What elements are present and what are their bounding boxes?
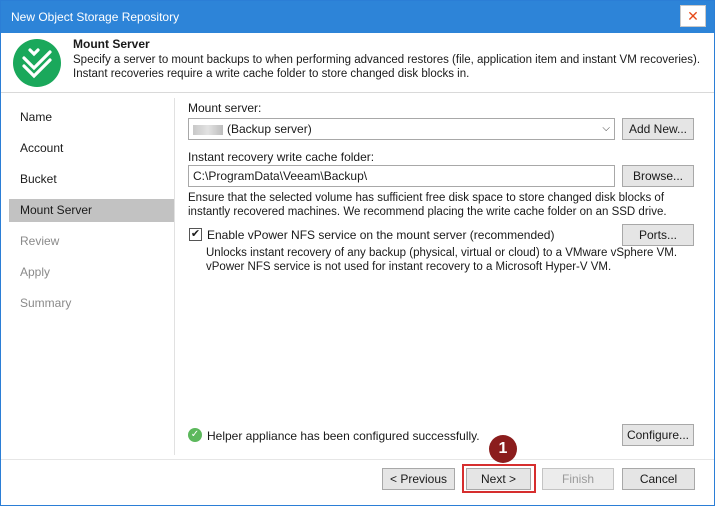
browse-button[interactable]: Browse... (622, 165, 694, 187)
close-icon: ✕ (687, 7, 699, 24)
vpower-description: Unlocks instant recovery of any backup (… (206, 247, 678, 273)
step-content: Mount server: (Backup server) ⌵ Add New.… (181, 98, 711, 455)
wizard-window: New Object Storage Repository ✕ Mount Se… (0, 0, 715, 506)
page-description: Specify a server to mount backups to whe… (73, 54, 701, 80)
configure-button[interactable]: Configure... (622, 424, 694, 446)
mount-server-label: Mount server: (188, 101, 262, 115)
finish-button: Finish (542, 468, 614, 490)
veeam-logo-icon (13, 39, 61, 87)
step-review: Review (20, 234, 60, 248)
chevron-down-icon: ⌵ (602, 123, 610, 134)
window-title: New Object Storage Repository (11, 10, 180, 24)
step-mount-server[interactable]: Mount Server (9, 199, 174, 222)
checkmark-icon: ✔ (190, 228, 201, 240)
step-apply: Apply (20, 265, 51, 279)
cache-folder-note: Ensure that the selected volume has suff… (188, 192, 667, 218)
close-button[interactable]: ✕ (680, 5, 706, 27)
cache-folder-input[interactable]: C:\ProgramData\Veeam\Backup\ (188, 165, 615, 187)
add-new-button[interactable]: Add New... (622, 118, 694, 140)
redacted-server-name (193, 124, 223, 135)
step-name[interactable]: Name (9, 106, 174, 129)
vpower-nfs-label[interactable]: Enable vPower NFS service on the mount s… (207, 228, 554, 242)
next-button-highlight (462, 464, 536, 493)
previous-button[interactable]: < Previous (382, 468, 455, 490)
cancel-button[interactable]: Cancel (622, 468, 695, 490)
cache-folder-label: Instant recovery write cache folder: (188, 150, 375, 164)
wizard-header: Mount Server Specify a server to mount b… (1, 33, 714, 93)
step-number-badge: 1 (489, 435, 517, 463)
step-summary: Summary (20, 296, 72, 310)
ports-button[interactable]: Ports... (622, 224, 694, 246)
wizard-footer: < Previous Next > Finish Cancel (1, 459, 714, 506)
wizard-steps-nav: Name Account Bucket Mount Server Review … (9, 98, 175, 455)
page-title: Mount Server (73, 37, 150, 51)
step-bucket[interactable]: Bucket (9, 168, 174, 191)
mount-server-select[interactable]: (Backup server) ⌵ (188, 118, 615, 140)
helper-status-message: Helper appliance has been configured suc… (207, 429, 480, 443)
success-check-icon: ✓ (188, 428, 202, 442)
title-bar: New Object Storage Repository ✕ (1, 1, 714, 33)
mount-server-value: (Backup server) (227, 122, 312, 136)
step-account[interactable]: Account (9, 137, 174, 160)
vpower-nfs-checkbox[interactable]: ✔ (189, 228, 202, 241)
